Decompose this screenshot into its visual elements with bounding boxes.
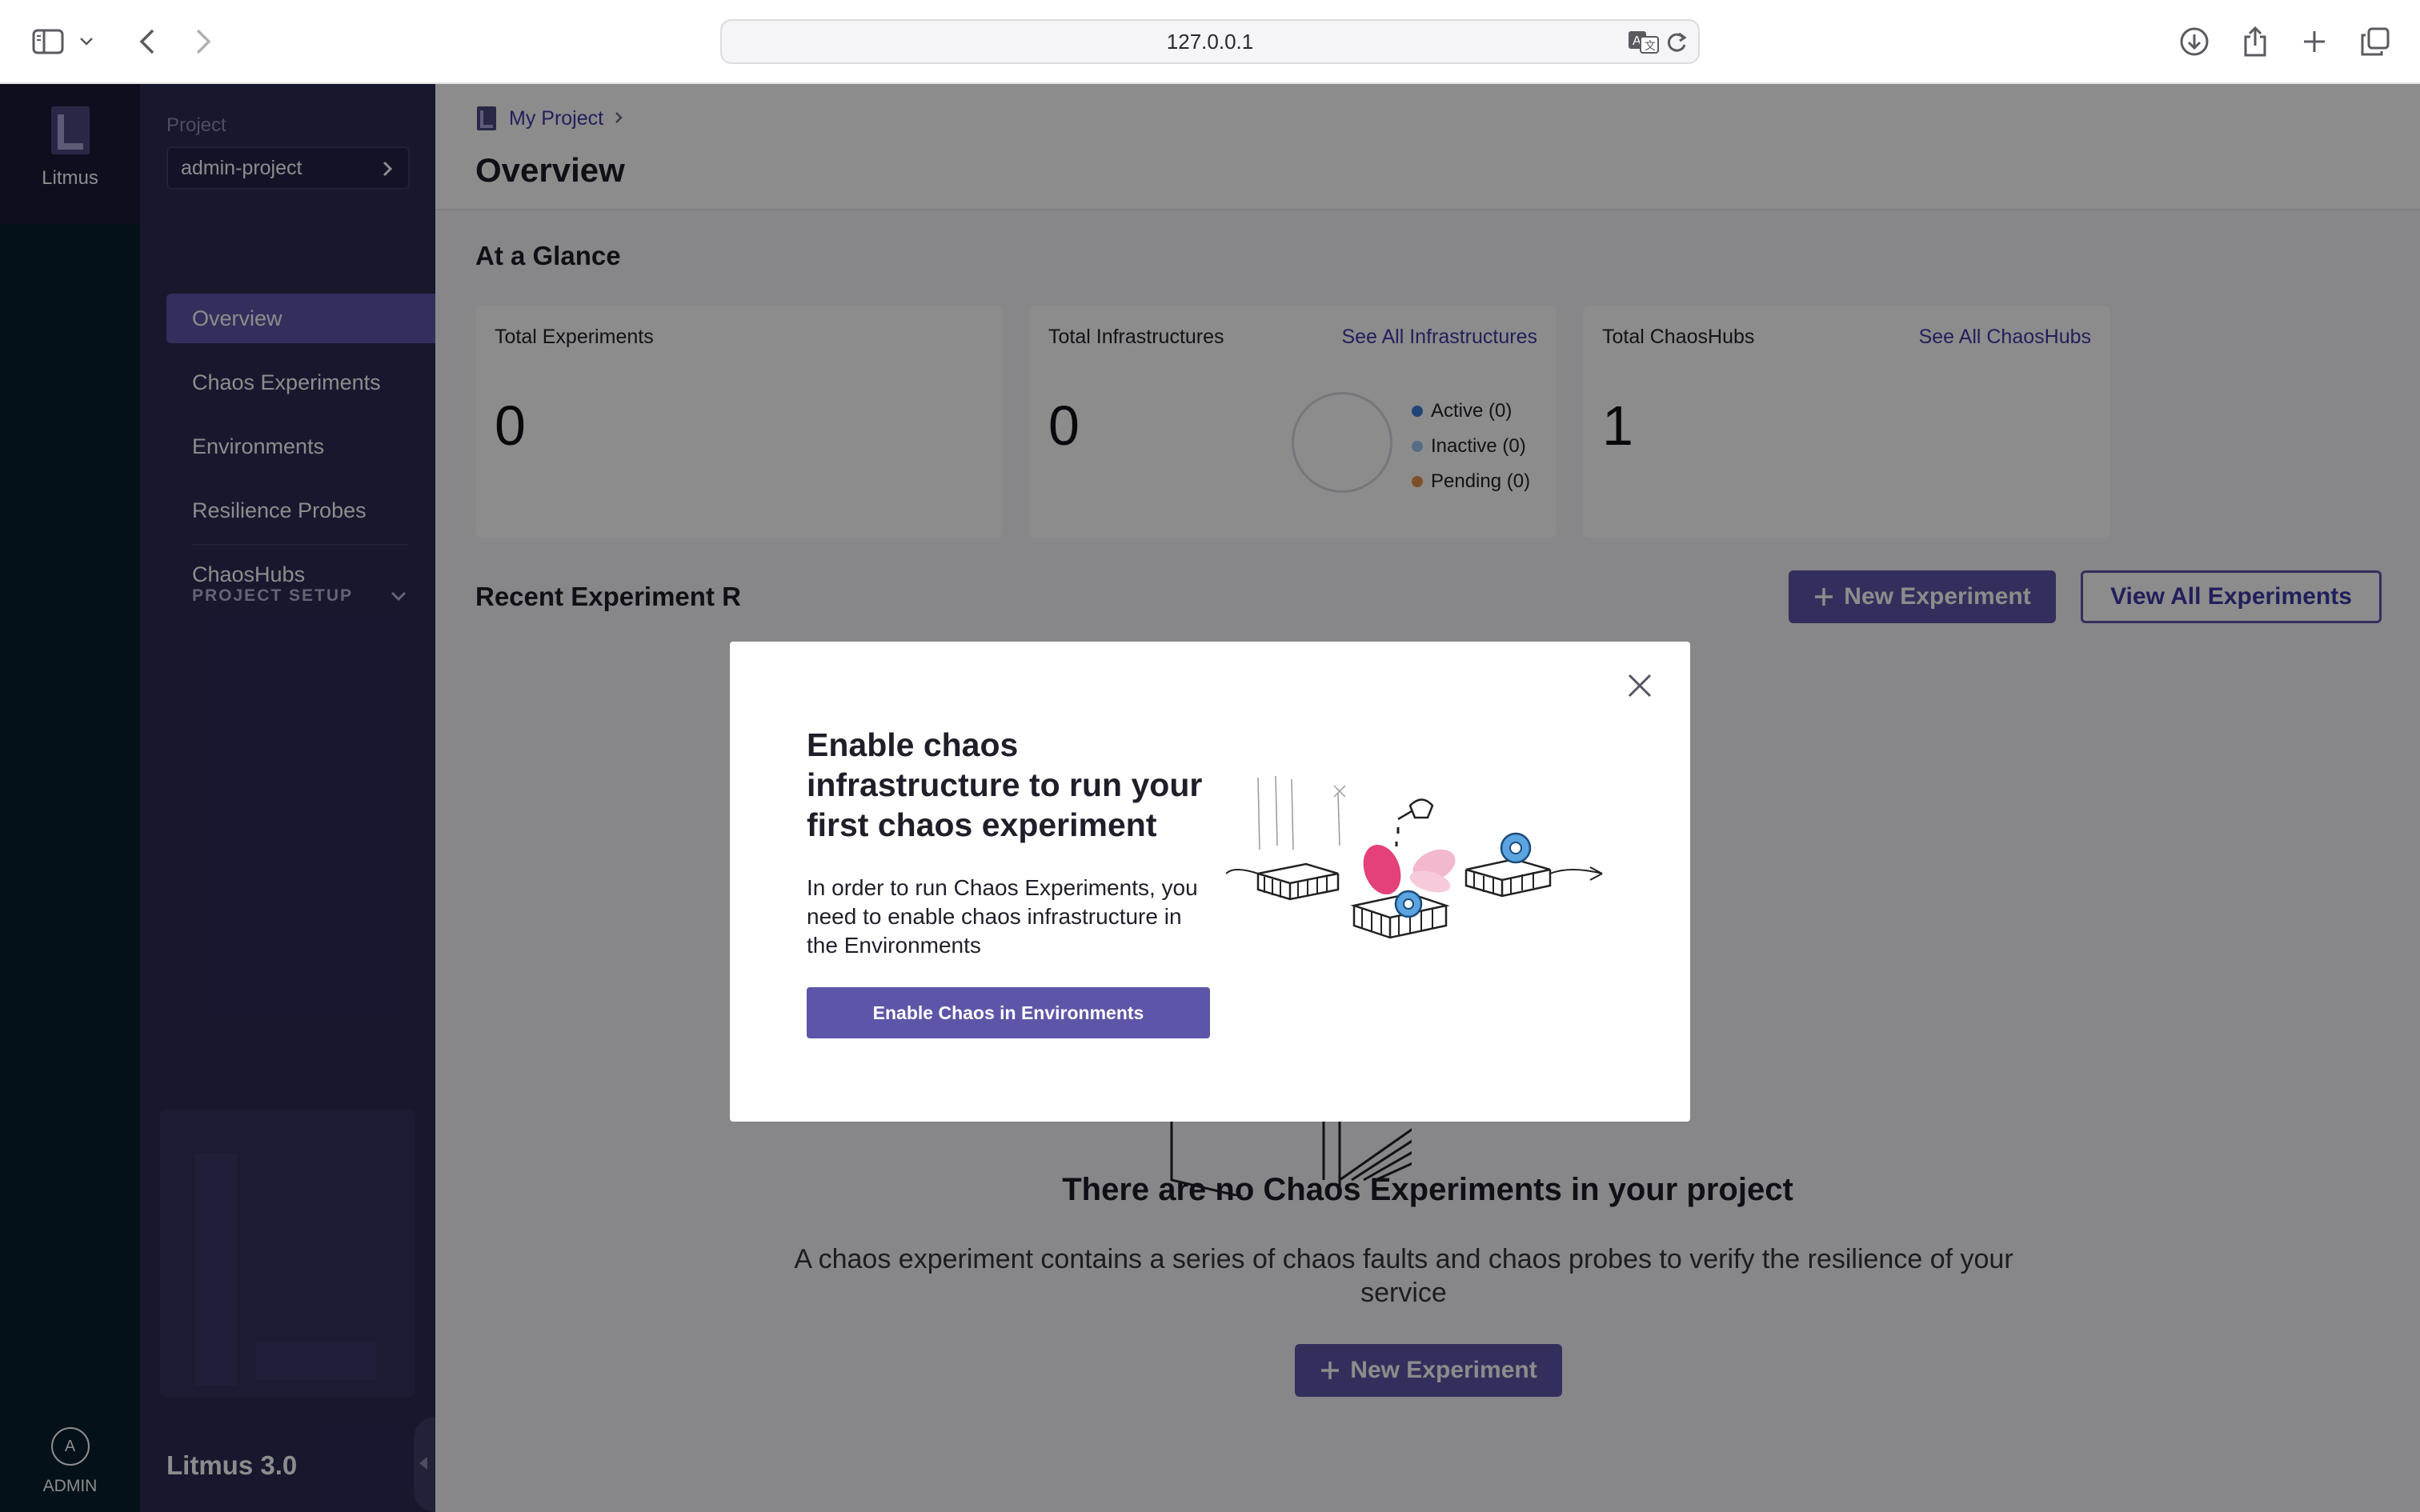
- download-icon[interactable]: [2177, 24, 2212, 59]
- sidebar-toggle-icon[interactable]: [30, 24, 66, 59]
- chaos-illustration: [1226, 775, 1603, 939]
- address-bar[interactable]: 127.0.0.1 A文: [720, 19, 1700, 64]
- chevron-down-icon[interactable]: [77, 24, 96, 59]
- dialog-description: In order to run Chaos Experiments, you n…: [807, 875, 1198, 958]
- translate-icon[interactable]: A文: [1628, 30, 1660, 54]
- litmus-app: Litmus A ADMIN Project admin-project Ove…: [0, 84, 2420, 1512]
- forward-arrow-icon[interactable]: [186, 24, 221, 59]
- share-icon[interactable]: [2238, 24, 2273, 59]
- tabs-overview-icon[interactable]: [2358, 24, 2393, 59]
- new-tab-plus-icon[interactable]: [2297, 24, 2332, 59]
- back-arrow-icon[interactable]: [130, 24, 165, 59]
- enable-infrastructure-dialog: Enable chaos infrastructure to run your …: [730, 642, 1690, 1122]
- dialog-title: Enable chaos infrastructure to run your …: [807, 726, 1203, 843]
- reload-icon[interactable]: [1663, 29, 1690, 56]
- url-text: 127.0.0.1: [1166, 29, 1254, 54]
- browser-toolbar: 127.0.0.1 A文: [0, 0, 2420, 84]
- close-icon[interactable]: [1626, 672, 1653, 699]
- svg-text:文: 文: [1645, 40, 1656, 53]
- enable-chaos-button[interactable]: Enable Chaos in Environments: [807, 987, 1210, 1038]
